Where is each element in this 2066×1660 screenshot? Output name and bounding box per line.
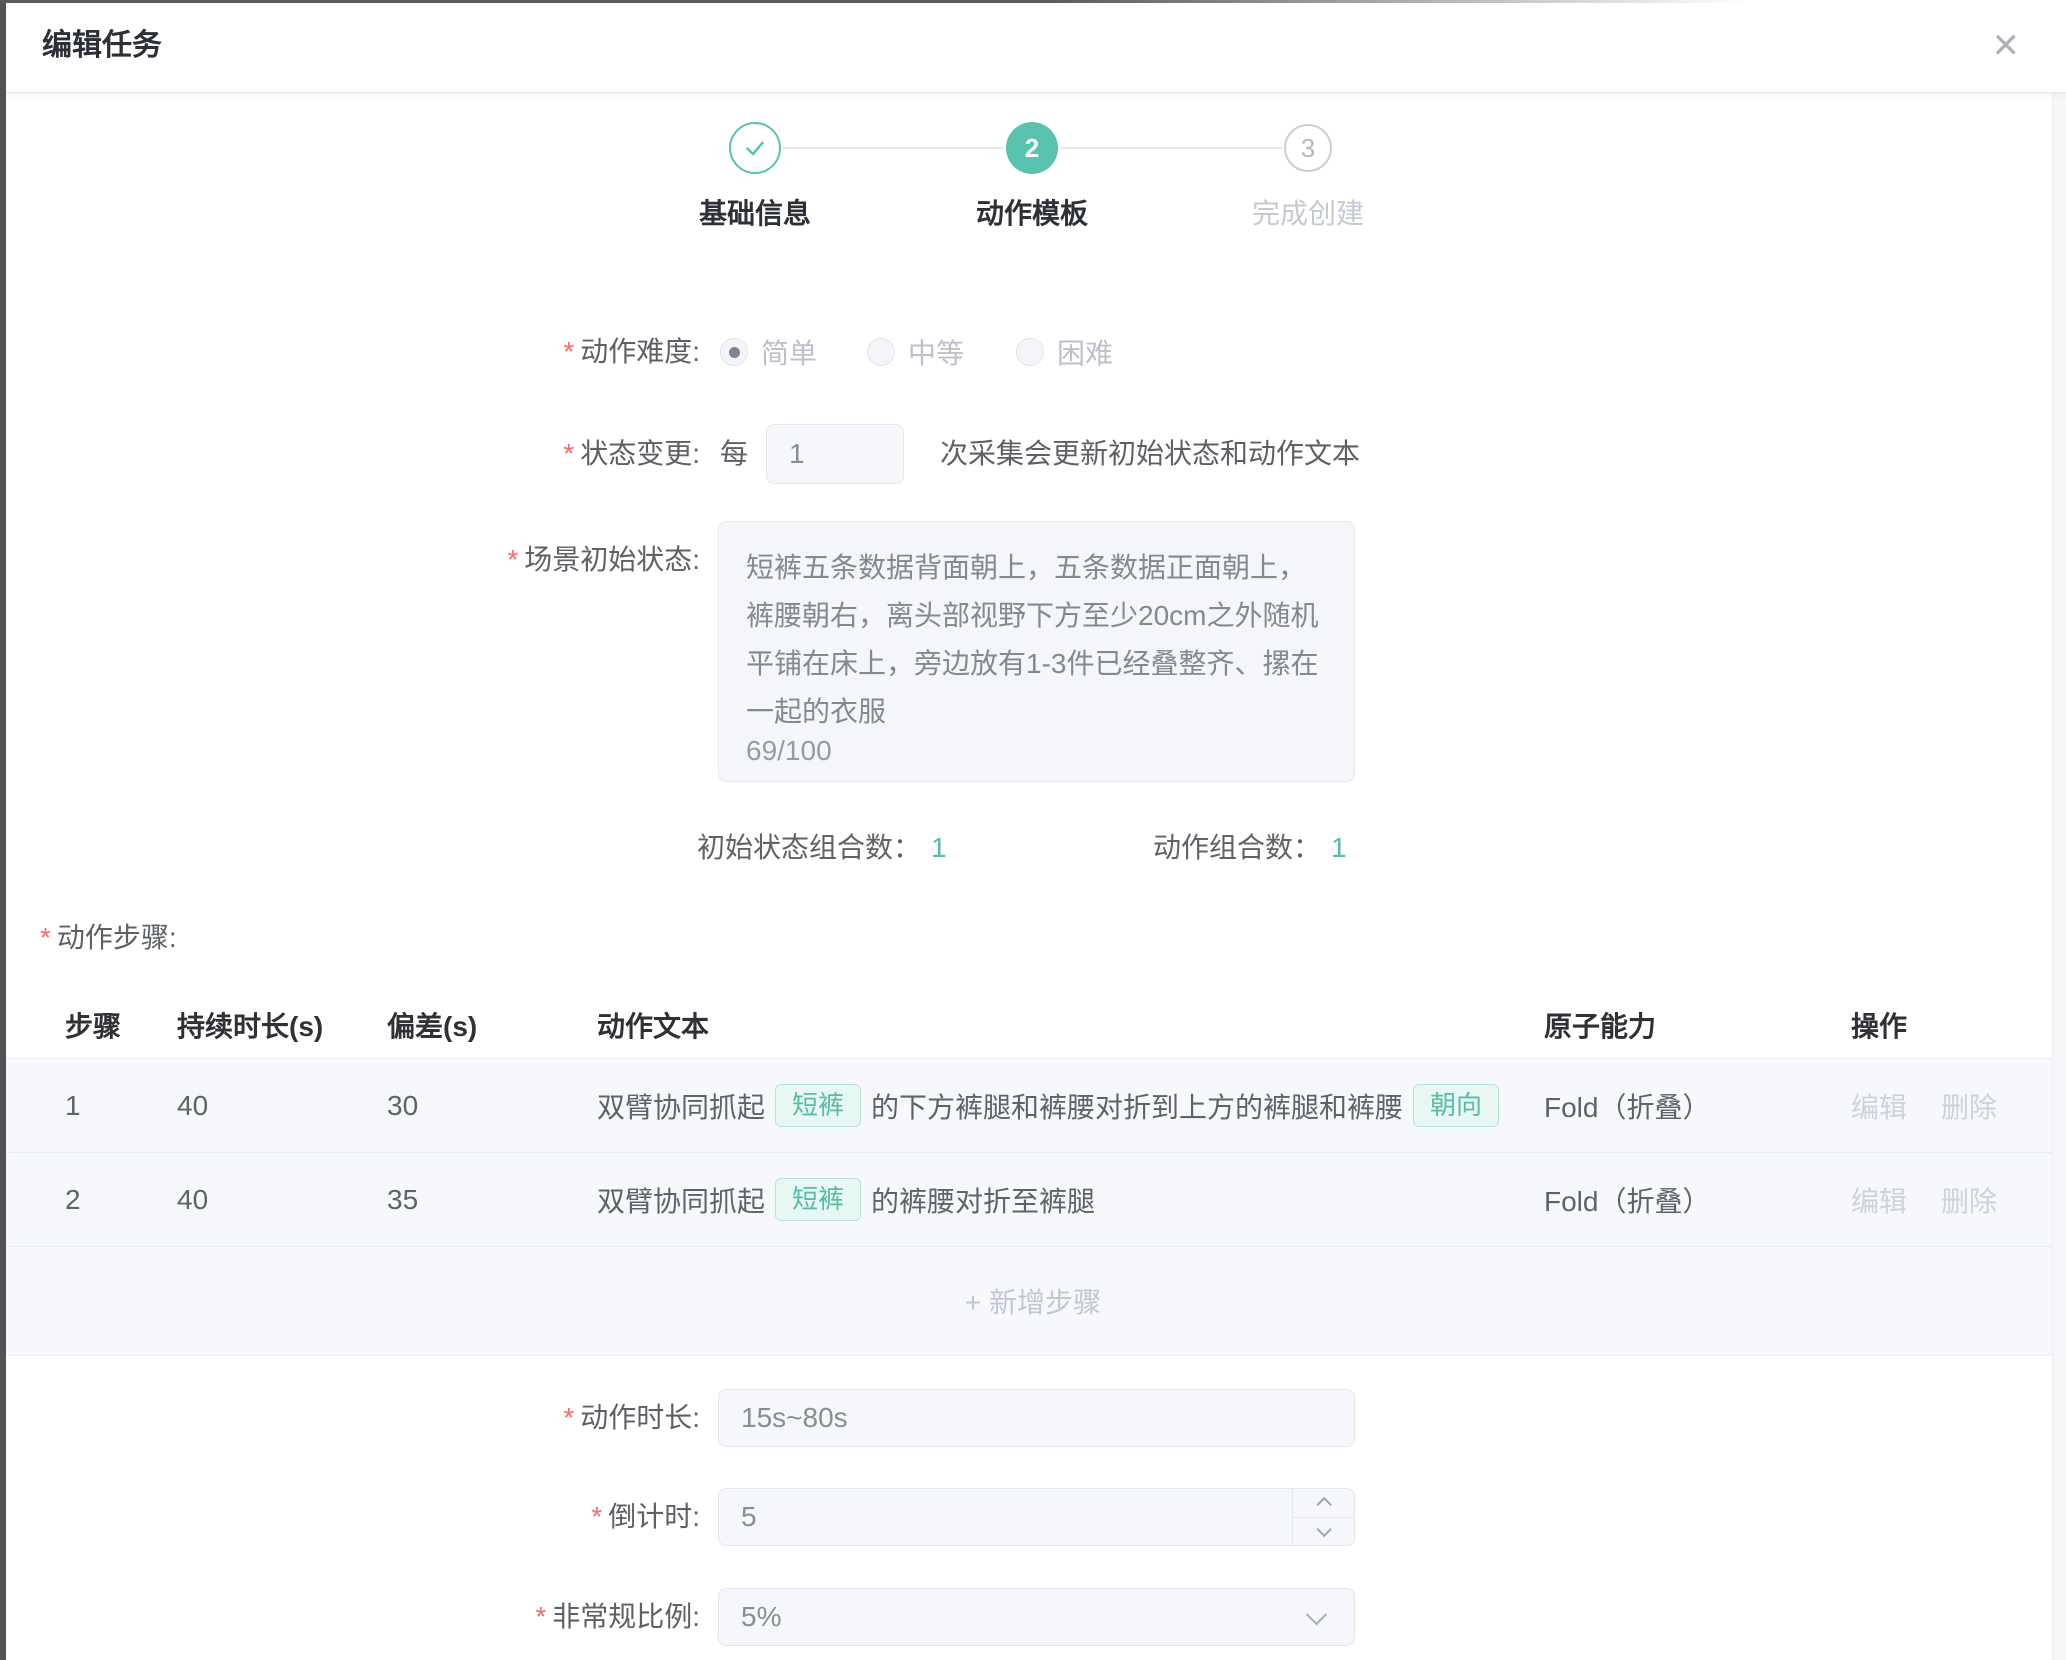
radio-dot — [729, 347, 740, 358]
cell-step: 1 — [65, 1059, 81, 1152]
edit-task-dialog: 编辑任务 ✕ 2 3 基础信息 动作模板 完成创建 *动作难度: 简单 中等 困… — [0, 0, 2066, 1660]
dialog-title: 编辑任务 — [42, 0, 162, 92]
step-1-label: 基础信息 — [605, 192, 905, 232]
required-asterisk: * — [535, 1601, 546, 1632]
step-3-label: 完成创建 — [1158, 192, 1458, 232]
col-ability: 原子能力 — [1544, 995, 1656, 1058]
duration-value: 15s~80s — [741, 1402, 848, 1434]
state-change-label: *状态变更: — [0, 424, 700, 484]
step-text: 双臂协同抓起 — [597, 1086, 765, 1126]
cell-duration: 40 — [177, 1153, 208, 1246]
countdown-input[interactable]: 5 — [718, 1488, 1355, 1546]
step-3-number: 3 — [1301, 133, 1315, 164]
char-counter: 69/100 — [746, 735, 832, 767]
cell-deviation: 30 — [387, 1059, 418, 1152]
col-deviation: 偏差(s) — [387, 995, 477, 1058]
delete-link[interactable]: 删除 — [1941, 1086, 1997, 1126]
step-1-circle — [729, 122, 781, 174]
cell-ability: Fold（折叠） — [1544, 1153, 1710, 1246]
stepper-connector — [1060, 147, 1282, 149]
required-asterisk: * — [591, 1501, 602, 1532]
step-3-circle: 3 — [1284, 124, 1332, 172]
countdown-value: 5 — [741, 1501, 757, 1533]
radio-option-medium[interactable]: 中等 — [867, 330, 964, 374]
cell-deviation: 35 — [387, 1153, 418, 1246]
action-combo-count: 动作组合数：1 — [1153, 826, 1347, 866]
required-asterisk: * — [507, 544, 518, 575]
action-combo-value: 1 — [1331, 832, 1347, 863]
radio-option-simple[interactable]: 简单 — [720, 330, 817, 374]
cell-step: 2 — [65, 1153, 81, 1246]
required-asterisk: * — [563, 1402, 574, 1433]
duration-input[interactable]: 15s~80s — [718, 1389, 1355, 1447]
duration-label: *动作时长: — [0, 1389, 700, 1447]
chevron-up-icon — [1316, 1497, 1332, 1513]
step-2-circle: 2 — [1006, 122, 1058, 174]
step-2-label: 动作模板 — [882, 192, 1182, 232]
spinner-up-button[interactable] — [1293, 1489, 1354, 1518]
radio-circle — [867, 338, 895, 366]
difficulty-label: *动作难度: — [0, 330, 700, 374]
radio-label: 简单 — [761, 332, 817, 372]
check-icon — [742, 135, 768, 161]
radio-circle — [1016, 338, 1044, 366]
table-row: 2 40 35 双臂协同抓起短裤的裤腰对折至裤腿 Fold（折叠） 编辑 删除 — [0, 1152, 2066, 1246]
tag-chip: 短裤 — [775, 1178, 861, 1221]
dialog-header: 编辑任务 ✕ — [0, 0, 2066, 93]
initial-state-textarea[interactable]: 短裤五条数据背面朝上，五条数据正面朝上，裤腰朝右，离头部视野下方至少20cm之外… — [718, 521, 1355, 782]
tag-chip: 短裤 — [775, 1084, 861, 1127]
page-edge-left — [0, 0, 6, 1660]
add-step-button[interactable]: + 新增步骤 — [965, 1281, 1101, 1321]
step-text: 的裤腰对折至裤腿 — [871, 1180, 1095, 1220]
initial-combo-count: 初始状态组合数：1 — [697, 826, 947, 866]
number-spinner — [1292, 1489, 1354, 1545]
step-text: 双臂协同抓起 — [597, 1180, 765, 1220]
col-duration: 持续时长(s) — [177, 995, 323, 1058]
required-asterisk: * — [563, 336, 574, 367]
close-icon[interactable]: ✕ — [1992, 29, 2021, 63]
required-asterisk: * — [563, 438, 574, 469]
cell-ability: Fold（折叠） — [1544, 1059, 1710, 1152]
stepper-connector — [783, 147, 1004, 149]
chevron-down-icon — [1316, 1521, 1332, 1537]
scrollbar-track[interactable] — [2052, 92, 2066, 1660]
initial-combo-value: 1 — [931, 832, 947, 863]
countdown-label: *倒计时: — [0, 1488, 700, 1546]
state-change-prefix: 每 — [720, 424, 748, 484]
state-change-value: 1 — [789, 438, 805, 470]
delete-link[interactable]: 删除 — [1941, 1180, 1997, 1220]
add-step-row: + 新增步骤 — [0, 1246, 2066, 1356]
chevron-down-icon — [1306, 1604, 1327, 1625]
col-actions: 操作 — [1851, 995, 1907, 1058]
action-steps-label: *动作步骤: — [40, 916, 177, 956]
unusual-ratio-value: 5% — [741, 1601, 781, 1633]
spinner-down-button[interactable] — [1293, 1518, 1354, 1546]
table-row: 1 40 30 双臂协同抓起短裤的下方裤腿和裤腰对折到上方的裤腿和裤腰朝向 Fo… — [0, 1058, 2066, 1152]
radio-label: 困难 — [1057, 332, 1113, 372]
cell-action-text: 双臂协同抓起短裤的裤腰对折至裤腿 — [597, 1153, 1526, 1246]
cell-actions: 编辑 删除 — [1851, 1059, 1997, 1152]
step-2-number: 2 — [1025, 133, 1039, 164]
tag-chip: 朝向 — [1413, 1084, 1499, 1127]
steps-table-header: 步骤 持续时长(s) 偏差(s) 动作文本 原子能力 操作 — [0, 995, 2066, 1058]
edit-link[interactable]: 编辑 — [1851, 1180, 1907, 1220]
unusual-ratio-label: *非常规比例: — [0, 1588, 700, 1646]
col-text: 动作文本 — [597, 995, 709, 1058]
page-edge-top — [0, 0, 1750, 3]
cell-duration: 40 — [177, 1059, 208, 1152]
radio-circle-checked — [720, 338, 748, 366]
required-asterisk: * — [40, 922, 51, 953]
cell-action-text: 双臂协同抓起短裤的下方裤腿和裤腰对折到上方的裤腿和裤腰朝向 — [597, 1059, 1526, 1152]
step-text: 的下方裤腿和裤腰对折到上方的裤腿和裤腰 — [871, 1086, 1403, 1126]
edit-link[interactable]: 编辑 — [1851, 1086, 1907, 1126]
radio-label: 中等 — [908, 332, 964, 372]
initial-state-label: *场景初始状态: — [0, 538, 700, 578]
cell-actions: 编辑 删除 — [1851, 1153, 1997, 1246]
state-change-input[interactable]: 1 — [766, 424, 904, 484]
radio-option-hard[interactable]: 困难 — [1016, 330, 1113, 374]
unusual-ratio-select[interactable]: 5% — [718, 1588, 1355, 1646]
col-step: 步骤 — [65, 995, 121, 1058]
initial-state-text: 短裤五条数据背面朝上，五条数据正面朝上，裤腰朝右，离头部视野下方至少20cm之外… — [746, 544, 1330, 736]
state-change-suffix: 次采集会更新初始状态和动作文本 — [940, 424, 1360, 484]
